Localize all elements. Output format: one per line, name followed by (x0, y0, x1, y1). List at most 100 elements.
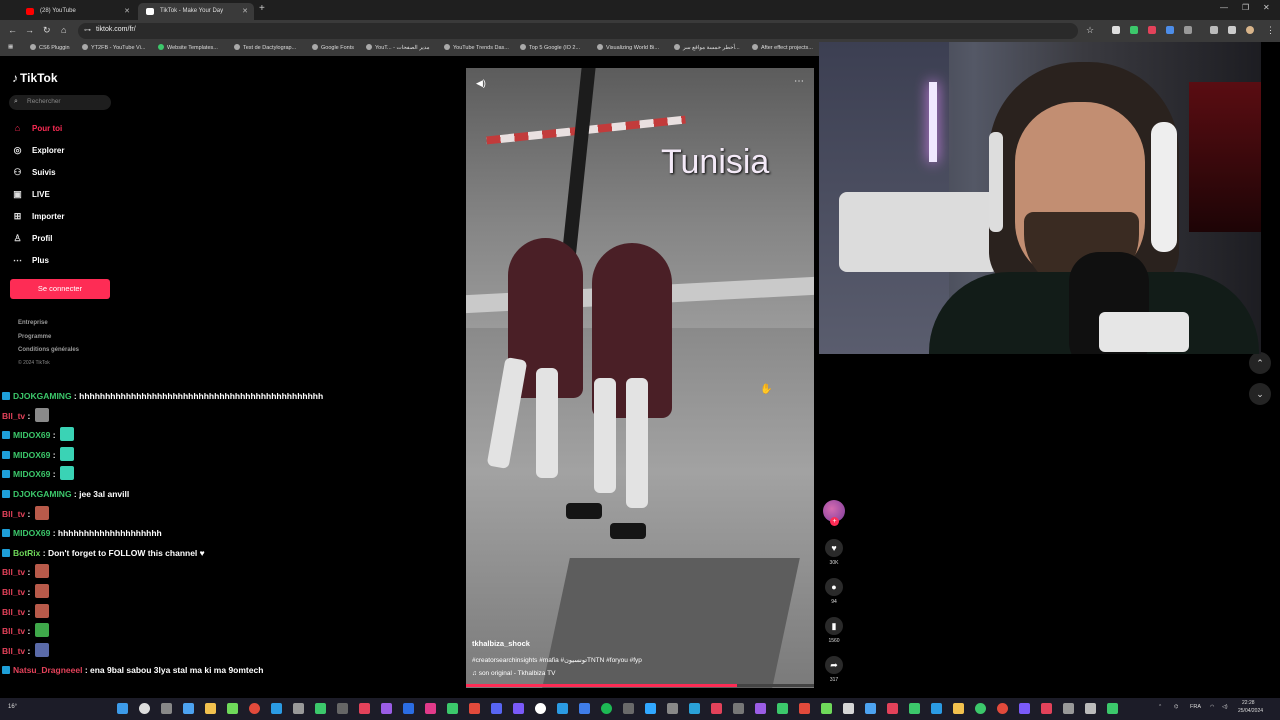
footer-link-entreprise[interactable]: Entreprise (18, 320, 48, 326)
tab-tiktok[interactable]: TikTok - Make Your Day ✕ (138, 3, 254, 20)
extension-icon[interactable] (1148, 26, 1156, 34)
bookmark-item[interactable]: YouT... - مدير الصفحات (366, 44, 430, 51)
app-icon[interactable] (843, 703, 854, 714)
app-icon[interactable] (579, 703, 590, 714)
close-window-button[interactable]: ✕ (1263, 3, 1270, 12)
bookmark-item[interactable]: Google Fonts (312, 44, 354, 51)
app-icon[interactable] (623, 703, 634, 714)
browser-menu-icon[interactable]: ⋮ (1266, 25, 1275, 36)
app-icon[interactable] (1041, 703, 1052, 714)
previous-video-button[interactable]: ⌃ (1249, 352, 1271, 374)
volume-tray-icon[interactable]: ◁) (1222, 704, 1228, 710)
extensions-puzzle-icon[interactable] (1184, 26, 1192, 34)
app-icon[interactable] (755, 703, 766, 714)
forward-icon[interactable]: → (25, 25, 34, 35)
app-icon[interactable] (293, 703, 304, 714)
close-icon[interactable]: ✕ (124, 3, 130, 20)
chat-username[interactable]: MIDOX69 (13, 430, 50, 440)
chat-username[interactable]: Bll_tv (2, 587, 25, 597)
app-icon[interactable] (271, 703, 282, 714)
app-icon[interactable] (469, 703, 480, 714)
footer-link-programme[interactable]: Programme (18, 334, 51, 340)
bookmark-item[interactable]: Top 5 Google (IO 2... (520, 44, 580, 51)
app-icon[interactable] (645, 703, 656, 714)
site-info-icon[interactable]: ⊶ (84, 26, 91, 34)
taskview-icon[interactable] (161, 703, 172, 714)
app-icon[interactable] (909, 703, 920, 714)
search-input[interactable]: ⌕ Rechercher (9, 95, 111, 110)
video-username[interactable]: tkhalbiza_shock (472, 639, 530, 648)
follow-plus-icon[interactable]: + (830, 517, 839, 526)
chat-username[interactable]: MIDOX69 (13, 528, 50, 538)
app-icon[interactable] (975, 703, 986, 714)
profile-avatar[interactable] (1246, 26, 1254, 34)
chat-username[interactable]: DJOKGAMING (13, 489, 72, 499)
app-icon[interactable] (733, 703, 744, 714)
spotify-icon[interactable] (601, 703, 612, 714)
widgets-icon[interactable] (183, 703, 194, 714)
clock-time[interactable]: 22:28 (1242, 700, 1255, 706)
app-icon[interactable] (799, 703, 810, 714)
reload-icon[interactable]: ↻ (43, 25, 51, 36)
app-icon[interactable] (1107, 703, 1118, 714)
app-icon[interactable] (359, 703, 370, 714)
app-icon[interactable] (821, 703, 832, 714)
app-icon[interactable] (381, 703, 392, 714)
footer-link-conditions[interactable]: Conditions générales (18, 347, 79, 353)
like-button[interactable]: ♥ 30K (823, 539, 845, 566)
app-icon[interactable] (997, 703, 1008, 714)
login-button[interactable]: Se connecter (10, 279, 110, 299)
app-icon[interactable] (667, 703, 678, 714)
app-icon[interactable] (953, 703, 964, 714)
save-button[interactable]: ▮ 1560 (823, 617, 845, 644)
discord-icon[interactable] (491, 703, 502, 714)
chat-username[interactable]: DJOKGAMING (13, 391, 72, 401)
clock-date[interactable]: 25/04/2024 (1238, 708, 1263, 714)
bookmark-item[interactable]: YT2FB - YouTube Vi... (82, 44, 145, 51)
home-browser-icon[interactable]: ⌂ (61, 25, 66, 35)
app-icon[interactable] (931, 703, 942, 714)
minimize-button[interactable]: — (1220, 3, 1228, 12)
extension-icon[interactable] (1166, 26, 1174, 34)
maximize-button[interactable]: ❐ (1242, 3, 1249, 12)
app-icon[interactable] (403, 703, 414, 714)
search-icon[interactable] (139, 703, 150, 714)
app-icon[interactable] (227, 703, 238, 714)
app-icon[interactable] (1085, 703, 1096, 714)
extension-icon[interactable] (1130, 26, 1138, 34)
apps-icon[interactable]: ▦ (8, 44, 13, 50)
app-icon[interactable] (1019, 703, 1030, 714)
chat-username[interactable]: Bll_tv (2, 646, 25, 656)
network-icon[interactable]: ⌬ (1174, 704, 1178, 710)
chat-username[interactable]: Natsu_Dragneeel (13, 665, 82, 675)
bookmark-star-icon[interactable]: ☆ (1086, 25, 1094, 36)
chat-username[interactable]: MIDOX69 (13, 450, 50, 460)
tab-youtube[interactable]: (28) YouTube ✕ (18, 3, 136, 20)
chat-username[interactable]: Bll_tv (2, 567, 25, 577)
video-progress-bar[interactable] (466, 684, 814, 687)
weather-widget[interactable]: 16° (8, 704, 17, 710)
comment-button[interactable]: ● 94 (823, 578, 845, 605)
bookmark-item[interactable]: Visualizing World Bi... (597, 44, 659, 51)
start-icon[interactable] (117, 703, 128, 714)
bookmark-item[interactable]: Website Templates... (158, 44, 218, 51)
telegram-icon[interactable] (689, 703, 700, 714)
bookmark-item[interactable]: After effect projects... (752, 44, 813, 51)
next-video-button[interactable]: ⌄ (1249, 383, 1271, 405)
extension-icon[interactable] (1112, 26, 1120, 34)
close-icon[interactable]: ✕ (242, 3, 248, 20)
app-icon[interactable] (337, 703, 348, 714)
sidepanel-icon[interactable] (1228, 26, 1236, 34)
chrome-icon[interactable] (249, 703, 260, 714)
chat-username[interactable]: Bll_tv (2, 509, 25, 519)
video-hashtags[interactable]: #creatorsearchinsights #mafia #تونسيونTN… (472, 656, 642, 664)
share-button[interactable]: ➦ 317 (823, 656, 845, 683)
chat-username[interactable]: Bll_tv (2, 411, 25, 421)
video-sound[interactable]: ♫ son original - Tkhalbiza TV (472, 670, 555, 677)
back-icon[interactable]: ← (8, 25, 17, 35)
address-bar[interactable]: ⊶ tiktok.com/fr/ (78, 23, 1078, 39)
app-icon[interactable] (447, 703, 458, 714)
tiktok-logo[interactable]: ♪ TikTok (12, 71, 58, 85)
wifi-icon[interactable]: ◠ (1210, 704, 1214, 710)
tray-chevron-icon[interactable]: ⌃ (1158, 704, 1162, 710)
